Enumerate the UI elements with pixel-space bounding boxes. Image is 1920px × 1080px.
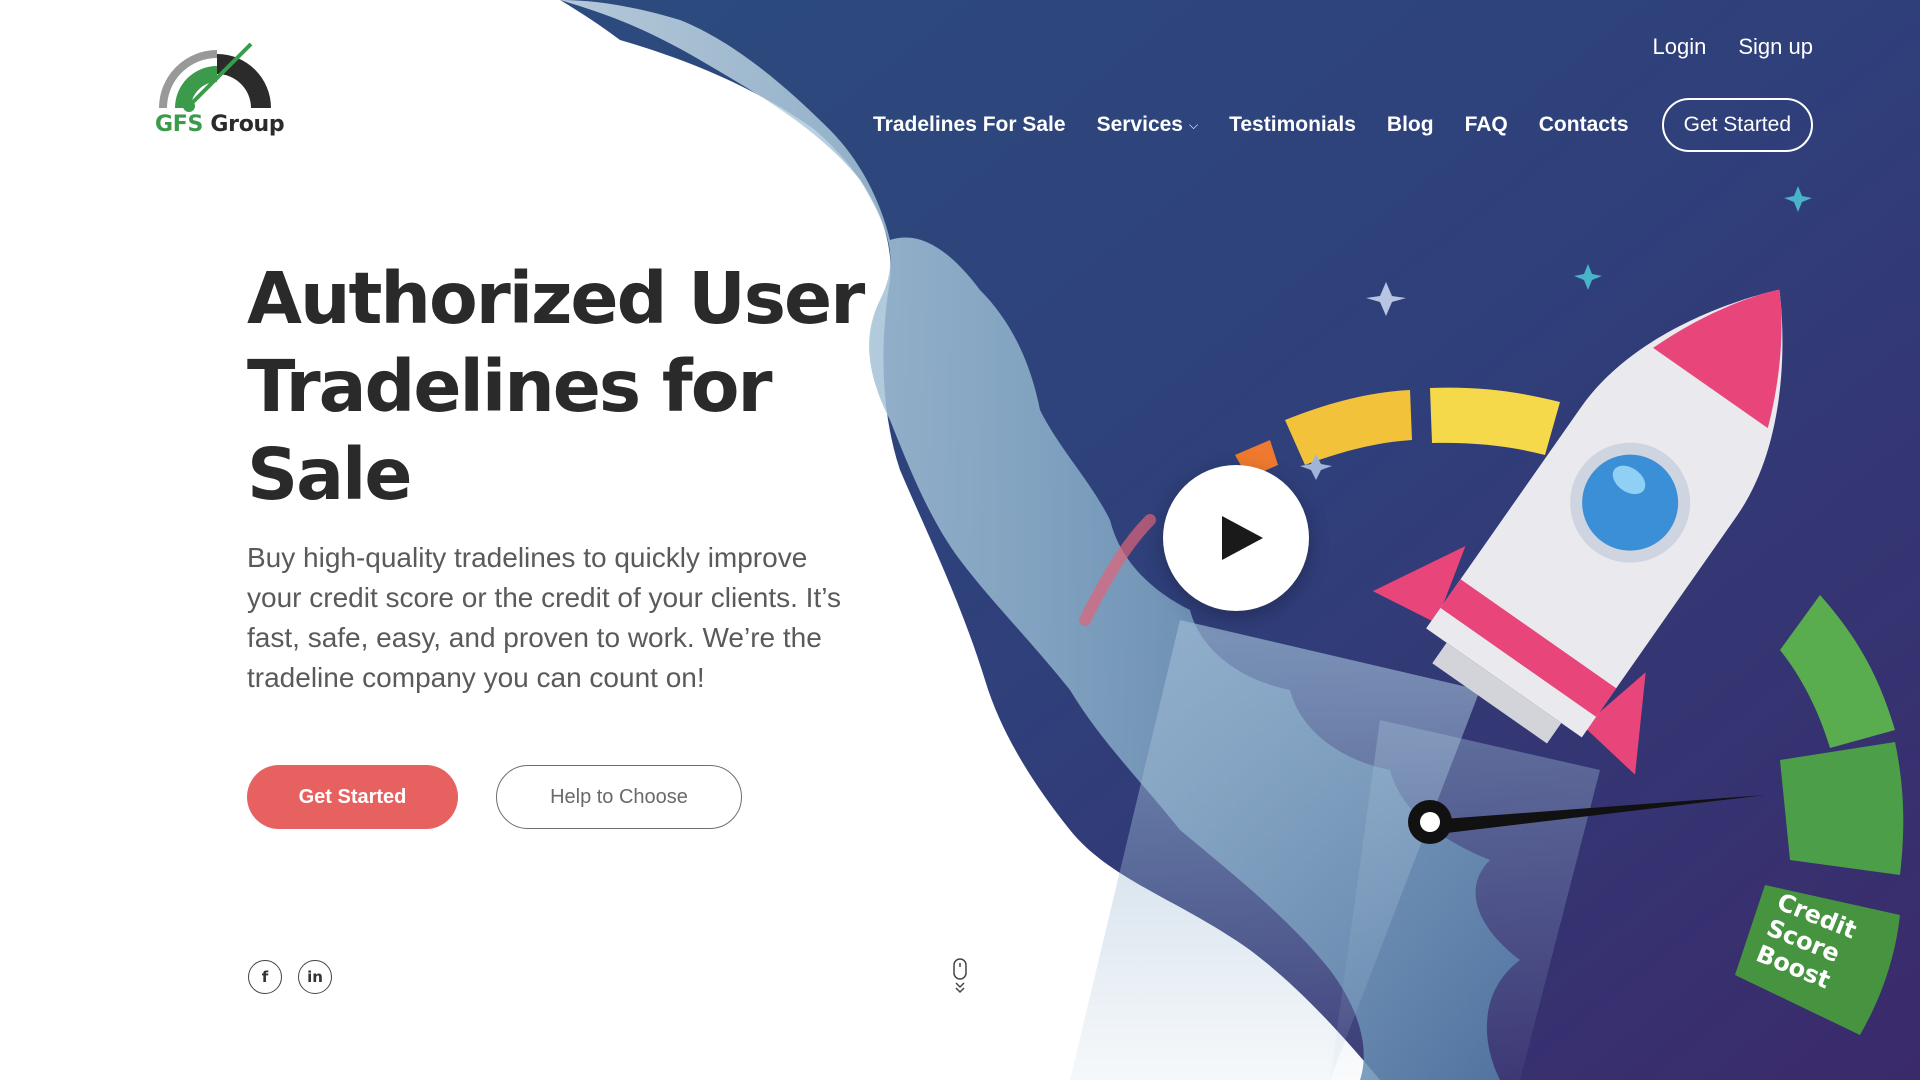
nav-label: Services <box>1096 113 1183 136</box>
account-links: Login Sign up <box>1653 34 1813 60</box>
get-started-button[interactable]: Get Started <box>247 765 458 829</box>
gauge-logo-icon <box>159 42 271 112</box>
nav-tradelines-for-sale[interactable]: Tradelines For Sale <box>873 113 1066 137</box>
logo-name: Group <box>210 112 285 137</box>
login-link[interactable]: Login <box>1653 34 1707 60</box>
hero-title: Authorized User Tradelines for Sale <box>247 257 865 516</box>
nav-services[interactable]: Services ⌵ <box>1097 113 1199 137</box>
chevron-down-icon: ⌵ <box>1189 117 1199 132</box>
gfs-group-logo[interactable]: GFS Group <box>155 40 285 145</box>
logo-brand: GFS <box>155 112 204 137</box>
linkedin-icon[interactable]: in <box>298 960 332 994</box>
facebook-icon[interactable]: f <box>248 960 282 994</box>
nav-contacts[interactable]: Contacts <box>1539 113 1629 137</box>
nav-label: FAQ <box>1464 113 1508 136</box>
help-to-choose-button[interactable]: Help to Choose <box>496 765 742 829</box>
page: GFS Group Login Sign up Tradelines For S… <box>0 0 1920 1080</box>
main-nav: Tradelines For Sale Services ⌵ Testimonia… <box>842 98 1813 152</box>
nav-testimonials[interactable]: Testimonials <box>1229 113 1356 137</box>
mouse-scroll-icon[interactable] <box>951 958 969 994</box>
nav-faq[interactable]: FAQ <box>1465 113 1508 137</box>
nav-label: Blog <box>1386 113 1434 136</box>
logo-wordmark: GFS Group <box>155 112 285 137</box>
play-icon <box>1222 516 1263 560</box>
hero-subtitle: Buy high-quality tradelines to quickly i… <box>247 542 841 693</box>
nav-label: Contacts <box>1538 113 1629 136</box>
nav-label: Tradelines For Sale <box>872 113 1066 136</box>
video-play-button[interactable] <box>1163 465 1309 611</box>
signup-link[interactable]: Sign up <box>1738 34 1813 60</box>
nav-blog[interactable]: Blog <box>1387 113 1434 137</box>
nav-label: Testimonials <box>1229 113 1356 136</box>
nav-get-started-button[interactable]: Get Started <box>1661 98 1813 152</box>
